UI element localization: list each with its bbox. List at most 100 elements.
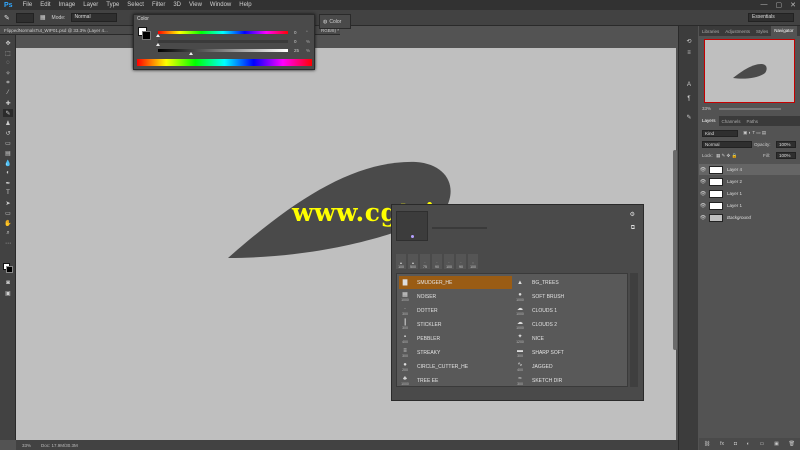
- group-icon[interactable]: ▭: [760, 441, 765, 447]
- fill-field[interactable]: 100%: [776, 152, 796, 159]
- layer-name[interactable]: Layer 1: [727, 191, 800, 196]
- hue-slider-thumb[interactable]: [156, 34, 160, 37]
- tab-adjustments[interactable]: Adjustments: [722, 29, 753, 34]
- layer-name[interactable]: Background: [727, 215, 800, 220]
- brush-panel-icon-right[interactable]: ✎: [684, 114, 694, 122]
- list-item[interactable]: ▦ 1000 NOISER: [399, 290, 512, 303]
- recent-brush[interactable]: · 90: [456, 254, 466, 269]
- layer-row[interactable]: 👁 Layer 1: [699, 188, 800, 199]
- list-item[interactable]: ☁ 1000 CLOUDS 2: [514, 318, 627, 331]
- menu-select[interactable]: Select: [123, 2, 148, 8]
- list-item[interactable]: ▬ 300 SHARP SOFT: [514, 346, 627, 359]
- properties-panel-icon[interactable]: ≡: [684, 50, 694, 58]
- lock-icons[interactable]: ▦ ✎ ✥ 🔒: [716, 153, 737, 159]
- tab-paths[interactable]: Paths: [744, 119, 762, 124]
- hue-slider[interactable]: [158, 31, 288, 34]
- layer-filter-kind[interactable]: Kind: [702, 130, 738, 137]
- list-item[interactable]: ♣ 1000 TREE EE: [399, 374, 512, 387]
- list-item[interactable]: · 300 DOTTER: [399, 304, 512, 317]
- tab-libraries[interactable]: Libraries: [699, 29, 722, 34]
- brush-panel-icon[interactable]: ▦: [40, 14, 46, 21]
- adjustment-layer-icon[interactable]: ◐: [747, 441, 750, 447]
- menu-edit[interactable]: Edit: [36, 2, 54, 8]
- visibility-eye-icon[interactable]: 👁: [699, 179, 707, 185]
- saturation-slider[interactable]: [158, 40, 288, 43]
- shape-tool-icon[interactable]: ▭: [3, 209, 13, 217]
- menu-filter[interactable]: Filter: [148, 2, 169, 8]
- crop-tool-icon[interactable]: ⌗: [3, 79, 13, 87]
- quick-select-tool-icon[interactable]: ✧: [3, 69, 13, 77]
- menu-image[interactable]: Image: [55, 2, 80, 8]
- visibility-eye-icon[interactable]: 👁: [699, 215, 707, 221]
- brightness-slider[interactable]: [158, 49, 288, 52]
- zoom-tool-icon[interactable]: ⌕: [3, 229, 13, 237]
- blur-tool-icon[interactable]: 💧: [3, 159, 13, 167]
- minimize-icon[interactable]: —: [761, 1, 768, 9]
- history-brush-tool-icon[interactable]: ↺: [3, 129, 13, 137]
- menu-layer[interactable]: Layer: [79, 2, 102, 8]
- list-item[interactable]: ● 200 CIRCLE_CUTTER_HE: [399, 360, 512, 373]
- vertical-scrollbar[interactable]: [673, 150, 677, 350]
- list-item[interactable]: ┃ 300 STICKLER: [399, 318, 512, 331]
- brush-tool-icon-active[interactable]: ✎: [3, 109, 13, 117]
- visibility-eye-icon[interactable]: 👁: [699, 191, 707, 197]
- list-item[interactable]: ▪ 400 PEBBLER: [399, 332, 512, 345]
- menu-view[interactable]: View: [185, 2, 206, 8]
- menu-window[interactable]: Window: [206, 2, 235, 8]
- brightness-slider-thumb[interactable]: [188, 52, 193, 55]
- move-tool-icon[interactable]: ✥: [3, 39, 13, 47]
- saturation-slider-thumb[interactable]: [156, 43, 160, 46]
- screen-mode-icon[interactable]: ▣: [3, 289, 13, 297]
- recent-brush[interactable]: ▫ 100: [468, 254, 478, 269]
- quick-mask-icon[interactable]: ◙: [3, 279, 13, 287]
- tab-styles[interactable]: Styles: [753, 29, 771, 34]
- list-item[interactable]: ∿ 400 JAGGED: [514, 360, 627, 373]
- lasso-tool-icon[interactable]: ◌: [3, 59, 13, 67]
- recent-brush[interactable]: ▲ 100: [396, 254, 406, 269]
- layer-row[interactable]: 👁 Layer 4: [699, 164, 800, 175]
- type-tool-icon[interactable]: T: [3, 189, 13, 197]
- layer-row[interactable]: 👁 Layer 1: [699, 200, 800, 211]
- brush-size-slider[interactable]: [432, 227, 487, 229]
- menu-help[interactable]: Help: [235, 2, 255, 8]
- close-icon[interactable]: ✕: [790, 1, 796, 9]
- gear-icon[interactable]: ⚙: [630, 211, 635, 218]
- list-item[interactable]: ▲ BG_TREES: [514, 276, 627, 289]
- list-item[interactable]: ✦ 1200 NICE: [514, 332, 627, 345]
- color-spectrum-bar[interactable]: [137, 59, 312, 66]
- character-panel-icon[interactable]: A: [684, 82, 694, 90]
- menu-3d[interactable]: 3D: [169, 2, 185, 8]
- brush-tool-icon[interactable]: ✎: [4, 14, 10, 22]
- history-panel-icon[interactable]: ⟲: [684, 38, 694, 46]
- workspace-select[interactable]: Essentials: [748, 13, 794, 22]
- new-preset-icon[interactable]: ⧉: [631, 225, 635, 232]
- visibility-eye-icon[interactable]: 👁: [699, 203, 707, 209]
- navigator-zoom-slider[interactable]: [719, 108, 781, 110]
- brightness-value[interactable]: 25: [294, 48, 299, 53]
- status-zoom[interactable]: 33%: [22, 443, 31, 448]
- gradient-tool-icon[interactable]: ▤: [3, 149, 13, 157]
- navigator-zoom[interactable]: 33%: [702, 106, 711, 111]
- path-select-tool-icon[interactable]: ➤: [3, 199, 13, 207]
- more-tools-icon[interactable]: ⋯: [3, 239, 13, 247]
- menu-type[interactable]: Type: [102, 2, 123, 8]
- tab-channels[interactable]: Channels: [719, 119, 744, 124]
- color-panel-button[interactable]: ◍ Color: [319, 14, 351, 29]
- recent-brush[interactable]: · 90: [432, 254, 442, 269]
- link-layers-icon[interactable]: ⛓: [704, 441, 710, 447]
- recent-brush[interactable]: ▲ 500: [408, 254, 418, 269]
- recent-brush[interactable]: · 75: [420, 254, 430, 269]
- layer-name[interactable]: Layer 1: [727, 203, 800, 208]
- eraser-tool-icon[interactable]: ▭: [3, 139, 13, 147]
- brush-list-scrollbar[interactable]: [630, 273, 638, 387]
- delete-layer-icon[interactable]: 🗑: [789, 441, 795, 447]
- healing-tool-icon[interactable]: ✚: [3, 99, 13, 107]
- list-item[interactable]: ● 1000 SOFT BRUSH: [514, 290, 627, 303]
- layer-filter-icons[interactable]: ▣ ◐ T ▭ ▤: [743, 130, 766, 136]
- color-panel-background-swatch[interactable]: [142, 31, 151, 40]
- paragraph-panel-icon[interactable]: ¶: [684, 96, 694, 104]
- tab-navigator[interactable]: Navigator: [771, 26, 797, 36]
- opacity-field[interactable]: 100%: [776, 141, 796, 148]
- menu-file[interactable]: File: [19, 2, 37, 8]
- maximize-icon[interactable]: ▢: [776, 1, 783, 9]
